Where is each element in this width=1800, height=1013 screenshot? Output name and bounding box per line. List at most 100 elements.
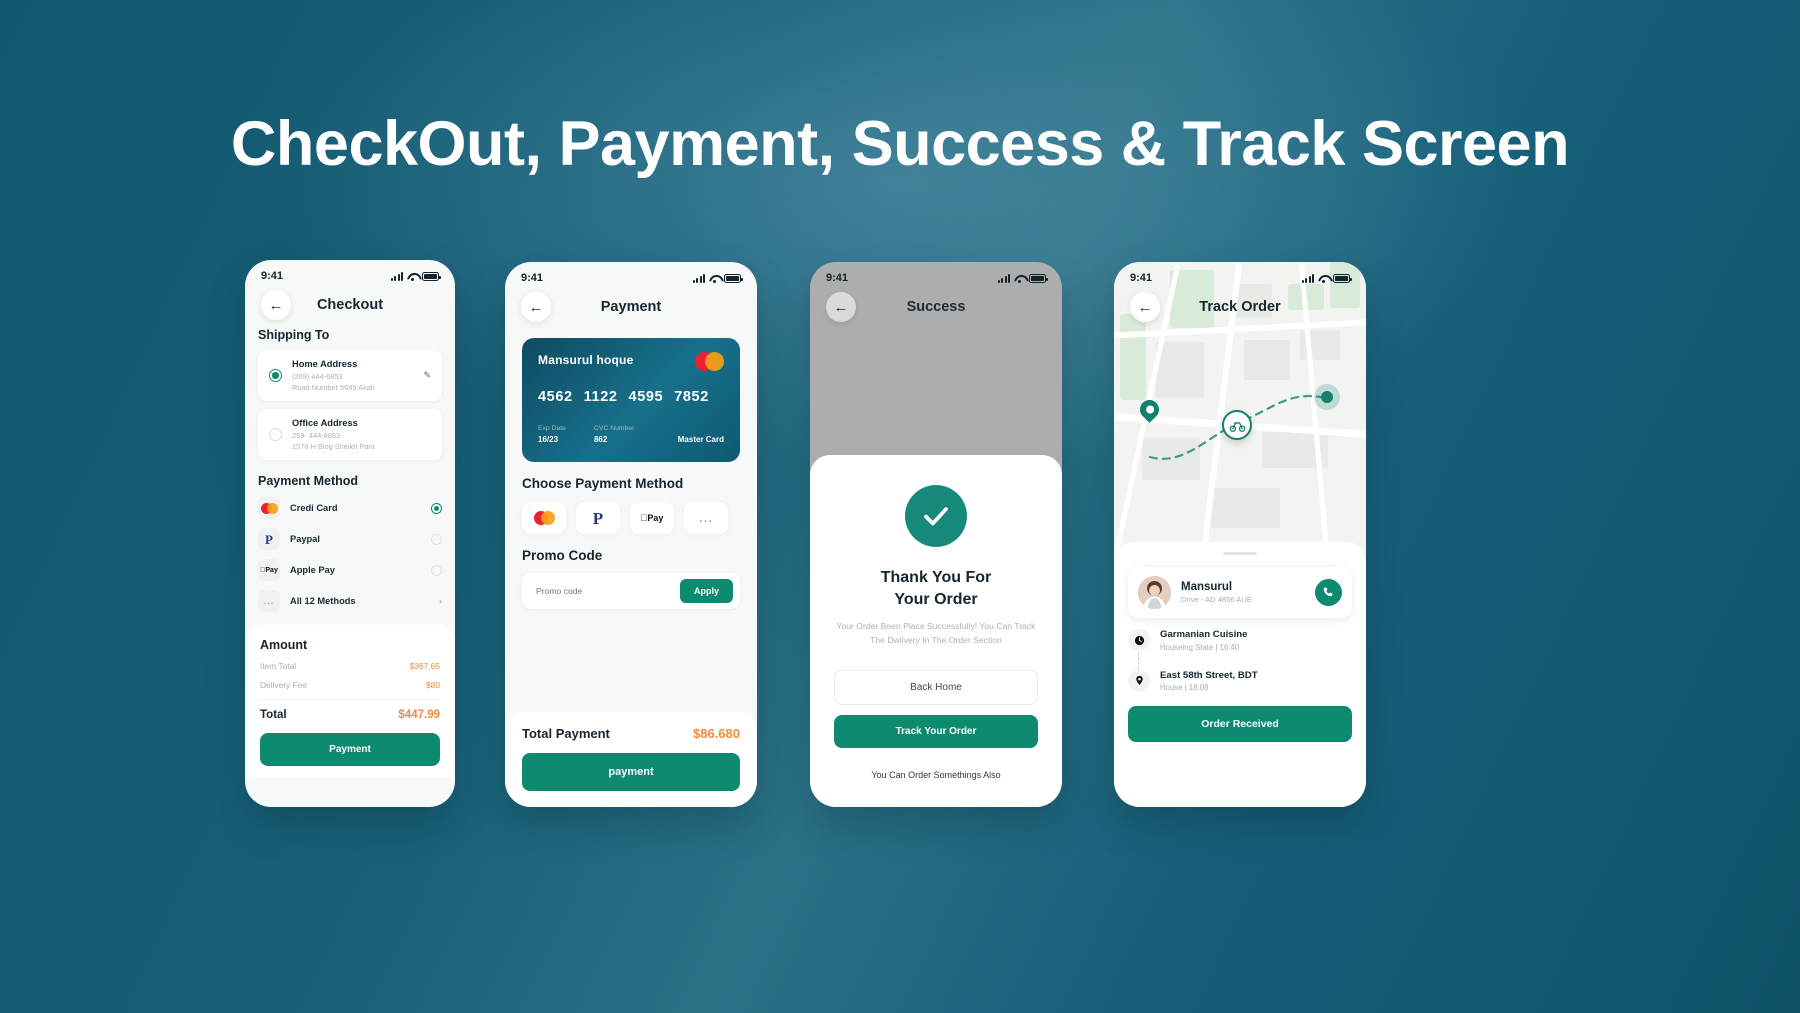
battery-icon [1029,273,1048,283]
method-tile-mastercard[interactable] [522,502,566,534]
card-number-group: 4595 [628,389,664,405]
payment-submit-button[interactable]: payment [522,753,740,791]
method-tile-paypal[interactable]: P [576,502,620,534]
payment-button[interactable]: Payment [260,733,440,766]
stop-name: Garmanian Cuisine [1160,629,1248,640]
stop-name: East 58th Street, BDT [1160,669,1258,681]
status-icons [1302,273,1352,283]
apply-button[interactable]: Apply [679,579,733,603]
promo-section-title: Promo Code [522,548,603,563]
pencil-icon[interactable]: ✎ [423,370,431,381]
address-radio-home[interactable] [269,369,282,382]
amount-value: $80 [426,680,440,690]
ellipsis-icon: … [258,590,280,612]
payment-body: Mansurul hoque 4562 1122 4595 7852 Exp D… [505,338,757,609]
card-brand-label: Master Card [677,435,724,444]
payment-method-apple-pay[interactable]: Pay Apple Pay [258,559,442,581]
back-button[interactable]: ← [521,292,551,322]
phone-success: 9:41 ← Success Thank You For Your Order … [810,262,1062,807]
stop-sub: House | 18:08 [1160,683,1209,692]
arrow-left-icon: ← [833,298,849,316]
address-text-office: Office Address 259- 444-8853 1578 H Blog… [292,418,431,451]
chevron-right-icon[interactable]: › [439,596,442,606]
total-value: $447.99 [398,709,440,721]
payment-screen: 9:41 ← Payment Mansurul hoque 4562 1122 … [505,262,757,807]
driver-card[interactable]: Mansurul Drive - AD 4856 AUE [1128,567,1352,618]
wifi-icon [1318,274,1329,283]
method-label: Paypal [290,534,320,544]
status-time: 9:41 [1130,272,1153,284]
status-icons [998,273,1048,283]
card-exp: Exp Date 16/23 [538,425,566,444]
card-number-group: 1122 [583,389,618,405]
status-icons [391,271,441,281]
card-number-group: 4562 [538,389,573,405]
phone-icon[interactable] [1315,579,1342,606]
track-order-button[interactable]: Track Your Order [834,714,1038,748]
order-received-button[interactable]: Order Received [1128,706,1352,742]
payment-method-credit-card[interactable]: Credi Card [258,497,442,519]
total-payment-row: Total Payment $86.680 [522,726,740,741]
promo-input[interactable] [536,586,680,596]
credit-card[interactable]: Mansurul hoque 4562 1122 4595 7852 Exp D… [522,338,740,462]
success-screen: 9:41 ← Success Thank You For Your Order … [810,262,1062,807]
checkout-body: Shipping To Home Address (269) 444-6853 … [245,328,455,778]
method-label: Credi Card [290,503,338,513]
amount-key: Item Total [260,661,297,671]
address-street: 1578 H Blog Sheikh Para [292,442,375,451]
stop-row-destination: East 58th Street, BDT House | 18:08 [1128,669,1352,692]
amount-row-delivery-fee: Delivery Fee $80 [260,680,440,690]
address-radio-office[interactable] [269,428,282,441]
battery-icon [1333,273,1352,283]
payment-section-title: Payment Method [258,474,359,488]
method-label: Apple Pay [290,565,335,575]
track-navbar: ← Track Order [1114,288,1366,330]
total-payment-key: Total Payment [522,726,610,741]
amount-divider [260,699,440,700]
method-tile-more[interactable]: … [684,502,728,534]
bicycle-icon[interactable] [1222,410,1252,440]
phone-payment: 9:41 ← Payment Mansurul hoque 4562 1122 … [505,262,757,807]
signal-icon [391,271,403,281]
destination-dot-icon[interactable] [1314,384,1340,410]
status-icons [693,273,743,283]
mastercard-icon [695,352,724,371]
amount-value: $367.65 [409,661,440,671]
signal-icon [998,273,1010,283]
checkout-screen: 9:41 ← Checkout Shipping To Home Address… [245,260,455,807]
method-radio[interactable] [431,533,442,545]
map-pin-icon [1128,669,1150,692]
back-home-button[interactable]: Back Home [834,669,1038,705]
battery-icon [724,273,743,283]
choose-method-title: Choose Payment Method [522,476,684,491]
address-name: Home Address [292,359,358,369]
address-card-office[interactable]: Office Address 259- 444-8853 1578 H Blog… [258,409,442,460]
arrow-left-icon: ← [268,296,284,314]
status-time: 9:41 [826,272,849,284]
track-screen: 9:41 ← Track Order Mansurul Drive - AD 4… [1114,262,1366,807]
payment-method-all-methods[interactable]: … All 12 Methods › [258,590,442,612]
total-key: Total [260,709,287,721]
cvc-label: CVC Number [593,425,635,432]
apple-pay-icon: Pay [641,513,664,523]
back-button[interactable]: ← [1130,292,1160,322]
sheet-grabber[interactable] [1223,552,1257,555]
address-card-home[interactable]: Home Address (269) 444-6853 Road Number … [258,350,442,401]
method-tile-apple-pay[interactable]: Pay [630,502,674,534]
wifi-icon [1014,274,1025,283]
stop-sub: Houseing State | 16:40 [1160,642,1240,652]
mastercard-icon [258,497,280,519]
success-footer-text: You Can Order Somethings Also [871,769,1001,780]
payment-method-paypal[interactable]: P Paypal [258,528,442,550]
payment-navbar: ← Payment [505,288,757,330]
stop-row-origin: Garmanian Cuisine Houseing State | 16:40 [1128,629,1352,652]
signal-icon [693,273,705,283]
address-phone: 259- 444-8853 [292,430,341,440]
driver-name: Mansurul [1181,581,1233,593]
paypal-icon: P [592,508,604,528]
method-radio[interactable] [431,502,442,514]
phone-checkout: 9:41 ← Checkout Shipping To Home Address… [245,260,455,807]
method-radio[interactable] [431,564,442,576]
back-button[interactable]: ← [261,290,291,320]
back-button[interactable]: ← [826,292,856,322]
